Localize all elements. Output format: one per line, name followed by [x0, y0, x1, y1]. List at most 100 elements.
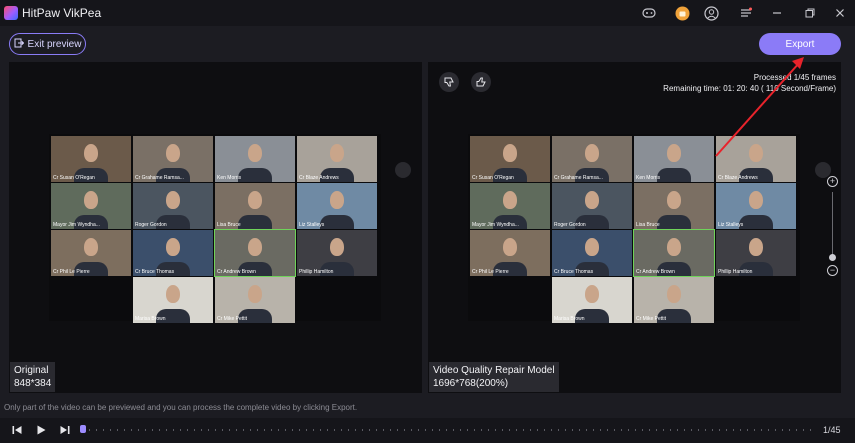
participant-face: [166, 191, 180, 209]
gamepad-icon[interactable]: [640, 4, 658, 22]
participant-name: Cr Phil Le Pierre: [53, 269, 90, 275]
original-scroll-dot: [395, 162, 411, 178]
participant-tile: Cr Phil Le Pierre: [51, 230, 131, 276]
timeline-playhead[interactable]: [80, 425, 86, 433]
participant-tile: Phillip Hamilton: [716, 230, 796, 276]
participant-name: Phillip Hamilton: [299, 269, 334, 275]
participant-name: Cr Susan O'Regan: [53, 175, 95, 181]
participant-face: [749, 191, 763, 209]
repaired-participant-grid: Cr Susan O'Regan Cr Grahame Ramsa... Ken M…: [468, 134, 800, 323]
next-frame-button[interactable]: [58, 423, 72, 437]
next-icon: [60, 426, 70, 434]
timeline-track[interactable]: [82, 429, 812, 431]
restore-icon[interactable]: [801, 4, 819, 22]
repaired-resolution: 1696*768(200%): [433, 378, 509, 389]
original-label: Original: [14, 365, 49, 376]
participant-name: Cr Phil Le Pierre: [472, 269, 509, 275]
zoom-in-icon[interactable]: +: [827, 176, 838, 187]
repaired-label-box: Video Quality Repair Model 1696*768(200%…: [429, 362, 559, 392]
participant-face: [667, 144, 681, 162]
participant-name: Lisa Bruce: [217, 222, 241, 228]
account-icon[interactable]: [702, 4, 720, 22]
participant-name: Phillip Hamilton: [718, 269, 753, 275]
participant-tile: Cr Susan O'Regan: [470, 136, 550, 182]
original-resolution: 848*384: [14, 378, 52, 389]
participant-tile: Marisa Brown: [133, 277, 213, 323]
exit-preview-button[interactable]: Exit preview: [9, 33, 86, 55]
participant-name: Marisa Brown: [135, 316, 166, 322]
participant-tile: Liz Stalleys: [716, 183, 796, 229]
participant-face: [503, 191, 517, 209]
participant-tile: Cr Andrew Brown: [214, 229, 296, 277]
app-title: HitPaw VikPea: [22, 6, 102, 20]
shop-icon[interactable]: [673, 4, 691, 22]
play-button[interactable]: [34, 423, 48, 437]
thumbs-up-button[interactable]: [471, 72, 491, 92]
participant-tile: Phillip Hamilton: [297, 230, 377, 276]
participant-face: [503, 144, 517, 162]
title-bar: HitPaw VikPea: [0, 0, 855, 26]
participant-tile: Ken Morris: [634, 136, 714, 182]
thumbs-down-button[interactable]: [439, 72, 459, 92]
original-preview-panel: Cr Susan O'Regan Cr Grahame Ramsa... Ken M…: [9, 62, 422, 393]
participant-name: Cr Grahame Ramsa...: [135, 175, 184, 181]
zoom-out-icon[interactable]: −: [827, 265, 838, 276]
participant-body: [238, 215, 272, 229]
frame-counter: 1/45: [823, 425, 841, 435]
original-video[interactable]: Cr Susan O'Regan Cr Grahame Ramsa... Ken M…: [49, 134, 381, 323]
original-label-box: Original 848*384: [10, 362, 56, 392]
zoom-slider-track[interactable]: [832, 192, 833, 258]
participant-tile: Cr Bruce Thomas: [133, 230, 213, 276]
exit-icon: [14, 38, 24, 51]
participant-name: Cr Mike Pettit: [217, 316, 248, 322]
participant-name: Roger Gordon: [135, 222, 167, 228]
thumbs-down-icon: [444, 77, 454, 87]
participant-tile: Liz Stalleys: [297, 183, 377, 229]
participant-name: Roger Gordon: [554, 222, 586, 228]
participant-tile: Marisa Brown: [552, 277, 632, 323]
play-icon: [37, 425, 46, 435]
participant-tile: Lisa Bruce: [215, 183, 295, 229]
processing-status: Processed 1/45 frames Remaining time: 01…: [663, 72, 836, 94]
menu-icon[interactable]: [737, 4, 755, 22]
previous-icon: [12, 426, 22, 434]
participant-tile: Roger Gordon: [133, 183, 213, 229]
participant-name: Mayor Jim Wyndha...: [472, 222, 519, 228]
participant-name: Liz Stalleys: [718, 222, 744, 228]
minimize-icon[interactable]: [768, 4, 786, 22]
repaired-video[interactable]: Cr Susan O'Regan Cr Grahame Ramsa... Ken M…: [468, 134, 800, 323]
export-button[interactable]: Export: [759, 33, 841, 55]
participant-face: [248, 285, 262, 303]
participant-tile: Cr Blaze Andrews: [716, 136, 796, 182]
repaired-preview-panel: Cr Susan O'Regan Cr Grahame Ramsa... Ken M…: [428, 62, 841, 393]
participant-face: [166, 144, 180, 162]
participant-name: Cr Blaze Andrews: [718, 175, 758, 181]
participant-name: Cr Bruce Thomas: [554, 269, 594, 275]
participant-tile: Cr Andrew Brown: [633, 229, 715, 277]
participant-tile: Ken Morris: [215, 136, 295, 182]
app-logo-icon: [4, 6, 18, 20]
previous-frame-button[interactable]: [10, 423, 24, 437]
participant-tile: Cr Susan O'Regan: [51, 136, 131, 182]
close-icon[interactable]: [831, 4, 849, 22]
participant-name: Cr Bruce Thomas: [135, 269, 175, 275]
participant-tile: Lisa Bruce: [634, 183, 714, 229]
participant-name: Ken Morris: [636, 175, 661, 181]
processed-frames: Processed 1/45 frames: [753, 73, 836, 82]
participant-face: [330, 144, 344, 162]
participant-name: Lisa Bruce: [636, 222, 660, 228]
participant-face: [166, 285, 180, 303]
participant-tile: Cr Blaze Andrews: [297, 136, 377, 182]
participant-tile: Cr Grahame Ramsa...: [133, 136, 213, 182]
zoom-slider-handle[interactable]: [829, 254, 836, 261]
participant-name: Cr Blaze Andrews: [299, 175, 339, 181]
participant-body: [739, 215, 773, 229]
participant-body: [657, 215, 691, 229]
participant-tile: Mayor Jim Wyndha...: [51, 183, 131, 229]
participant-tile: Cr Grahame Ramsa...: [552, 136, 632, 182]
participant-tile: Cr Mike Pettit: [215, 277, 295, 323]
participant-face: [585, 285, 599, 303]
participant-face: [84, 191, 98, 209]
participant-face: [330, 191, 344, 209]
participant-name: Marisa Brown: [554, 316, 585, 322]
